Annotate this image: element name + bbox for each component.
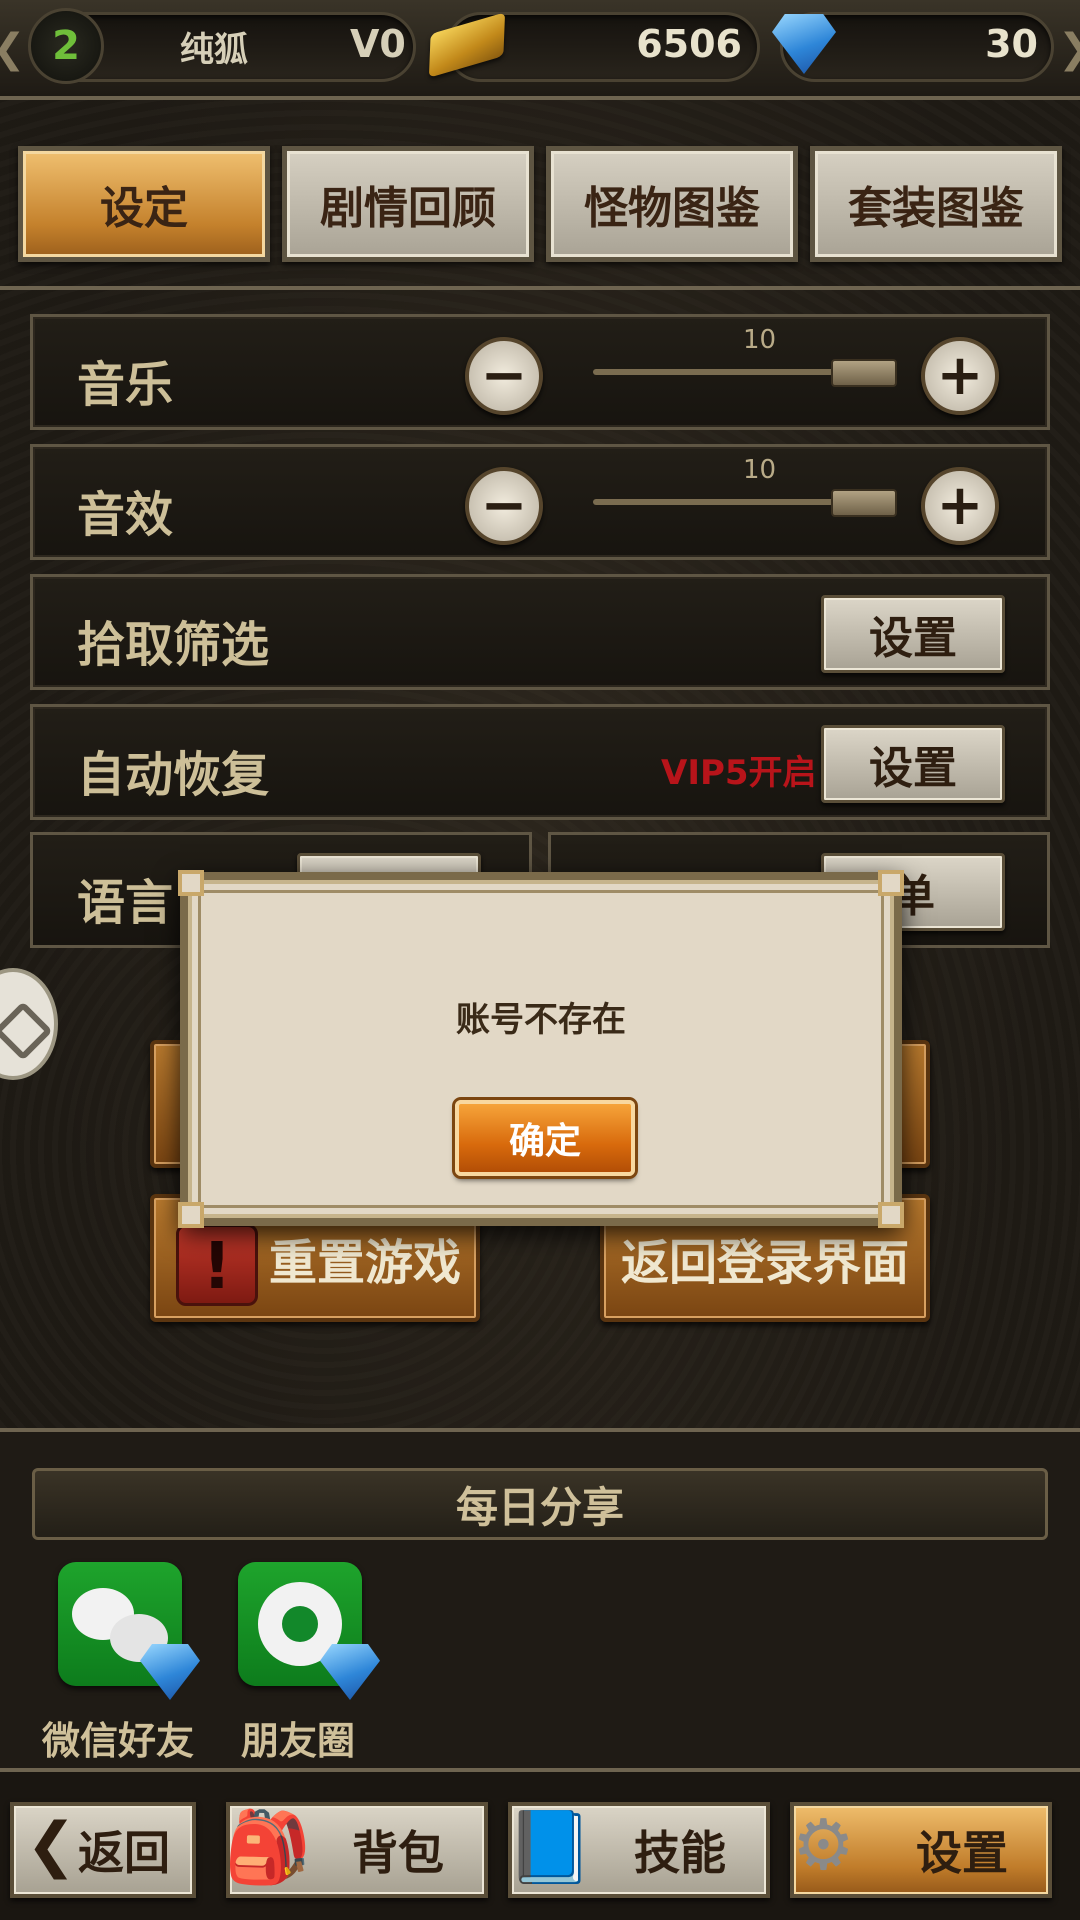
modal-overlay: 账号不存在 确定 bbox=[0, 0, 1080, 1920]
dialog-corner bbox=[878, 870, 904, 896]
alert-dialog: 账号不存在 确定 bbox=[178, 870, 904, 1228]
dialog-corner bbox=[878, 1202, 904, 1228]
dialog-corner bbox=[178, 1202, 204, 1228]
confirm-button[interactable]: 确定 bbox=[455, 1100, 635, 1176]
dialog-message: 账号不存在 bbox=[456, 1000, 626, 1040]
dialog-corner bbox=[178, 870, 204, 896]
